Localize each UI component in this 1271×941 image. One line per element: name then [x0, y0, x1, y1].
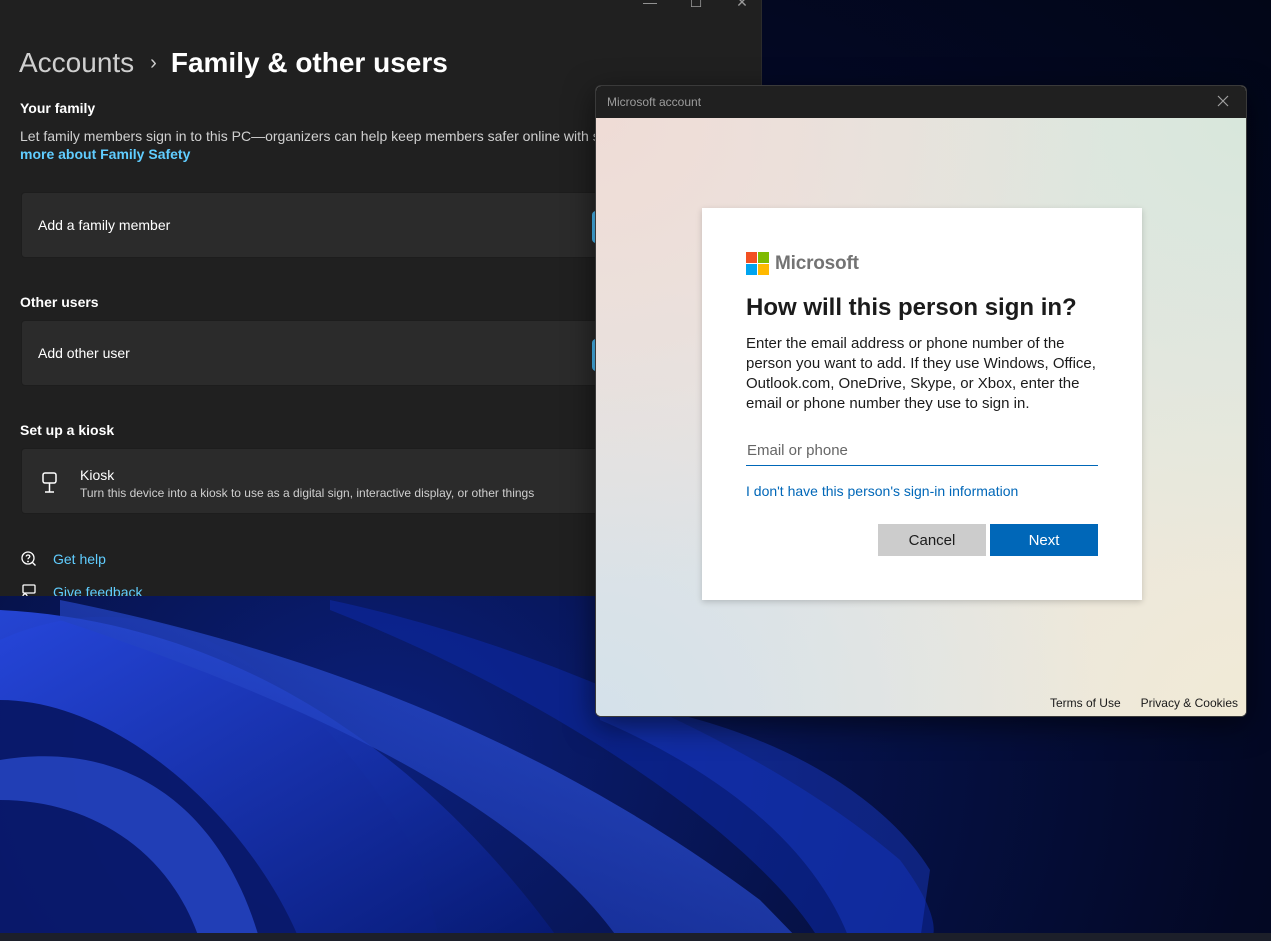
kiosk-icon [40, 471, 60, 495]
dialog-titlebar: Microsoft account [596, 86, 1246, 118]
microsoft-brand-text: Microsoft [775, 252, 859, 274]
give-feedback-link[interactable]: Give feedback [20, 583, 143, 596]
no-sign-in-info-link[interactable]: I don't have this person's sign-in infor… [746, 483, 1018, 499]
terms-of-use-link[interactable]: Terms of Use [1050, 696, 1121, 710]
dialog-body: Microsoft How will this person sign in? … [596, 118, 1246, 716]
other-users-heading: Other users [20, 294, 99, 310]
breadcrumb-accounts[interactable]: Accounts [19, 47, 134, 79]
taskbar [0, 933, 1271, 941]
next-button[interactable]: Next [990, 524, 1098, 556]
dialog-footer: Terms of Use Privacy & Cookies [1050, 696, 1238, 710]
kiosk-heading: Set up a kiosk [20, 422, 115, 438]
kiosk-description: Turn this device into a kiosk to use as … [80, 486, 535, 500]
maximize-button[interactable]: ☐ [687, 0, 705, 11]
family-description: Let family members sign in to this PC—or… [20, 128, 600, 144]
minimize-button[interactable]: — [641, 0, 659, 11]
privacy-cookies-link[interactable]: Privacy & Cookies [1141, 696, 1238, 710]
cancel-button[interactable]: Cancel [878, 524, 986, 556]
window-controls: — ☐ ✕ [641, 0, 751, 11]
dialog-description: Enter the email address or phone number … [746, 335, 1096, 412]
breadcrumb-chevron-icon: › [150, 51, 157, 74]
your-family-heading: Your family [20, 100, 96, 116]
microsoft-logo-icon [746, 252, 769, 275]
get-help-label: Get help [53, 550, 106, 567]
add-other-user-label: Add other user [38, 345, 130, 361]
dialog-close-icon[interactable] [1216, 94, 1230, 108]
family-safety-link[interactable]: more about Family Safety [20, 146, 190, 162]
dialog-title: Microsoft account [607, 95, 702, 109]
kiosk-title: Kiosk [80, 467, 115, 483]
add-family-member-label: Add a family member [38, 217, 171, 233]
page-title: Family & other users [170, 47, 448, 78]
microsoft-account-dialog: Microsoft account Microsoft How will thi… [595, 85, 1247, 717]
feedback-icon [20, 583, 37, 596]
sign-in-card: Microsoft How will this person sign in? … [702, 208, 1142, 600]
give-feedback-label: Give feedback [53, 583, 143, 597]
email-or-phone-input[interactable] [746, 436, 1098, 466]
get-help-link[interactable]: Get help [20, 550, 106, 567]
breadcrumb: Accounts › Family & other users [19, 44, 448, 82]
microsoft-logo: Microsoft [746, 252, 859, 275]
dialog-heading: How will this person sign in? [746, 294, 1077, 321]
help-icon [20, 550, 37, 567]
close-button[interactable]: ✕ [733, 0, 751, 11]
